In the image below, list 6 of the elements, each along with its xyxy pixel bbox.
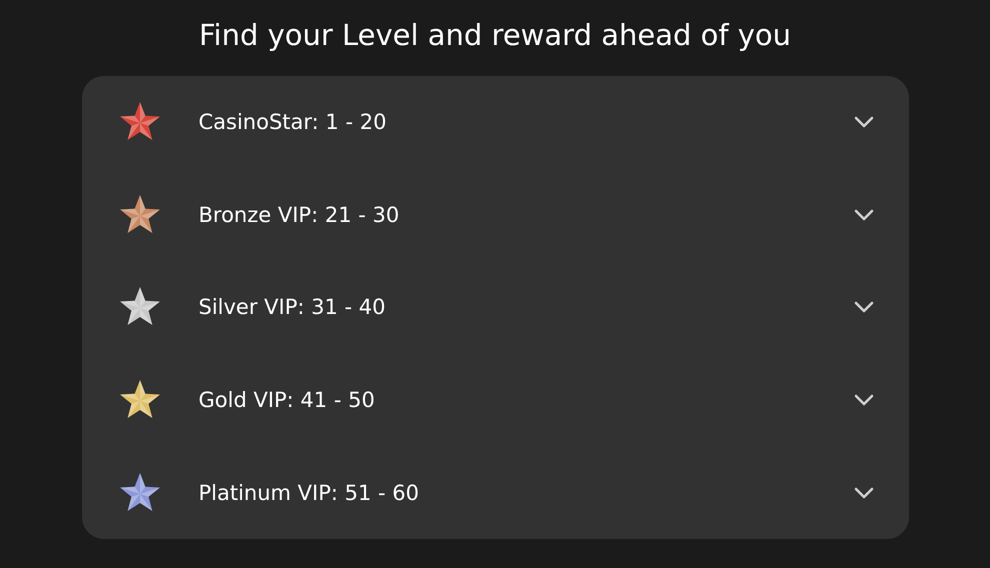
level-label: Bronze VIP: 21 - 30 [198,202,400,227]
level-label: Gold VIP: 41 - 50 [198,388,376,412]
level-label: Platinum VIP: 51 - 60 [198,480,420,505]
level-label: Silver VIP: 31 - 40 [198,295,387,320]
level-label: CasinoStar: 1 - 20 [198,110,388,134]
page-title: Find your Level and reward ahead of you [198,17,792,54]
